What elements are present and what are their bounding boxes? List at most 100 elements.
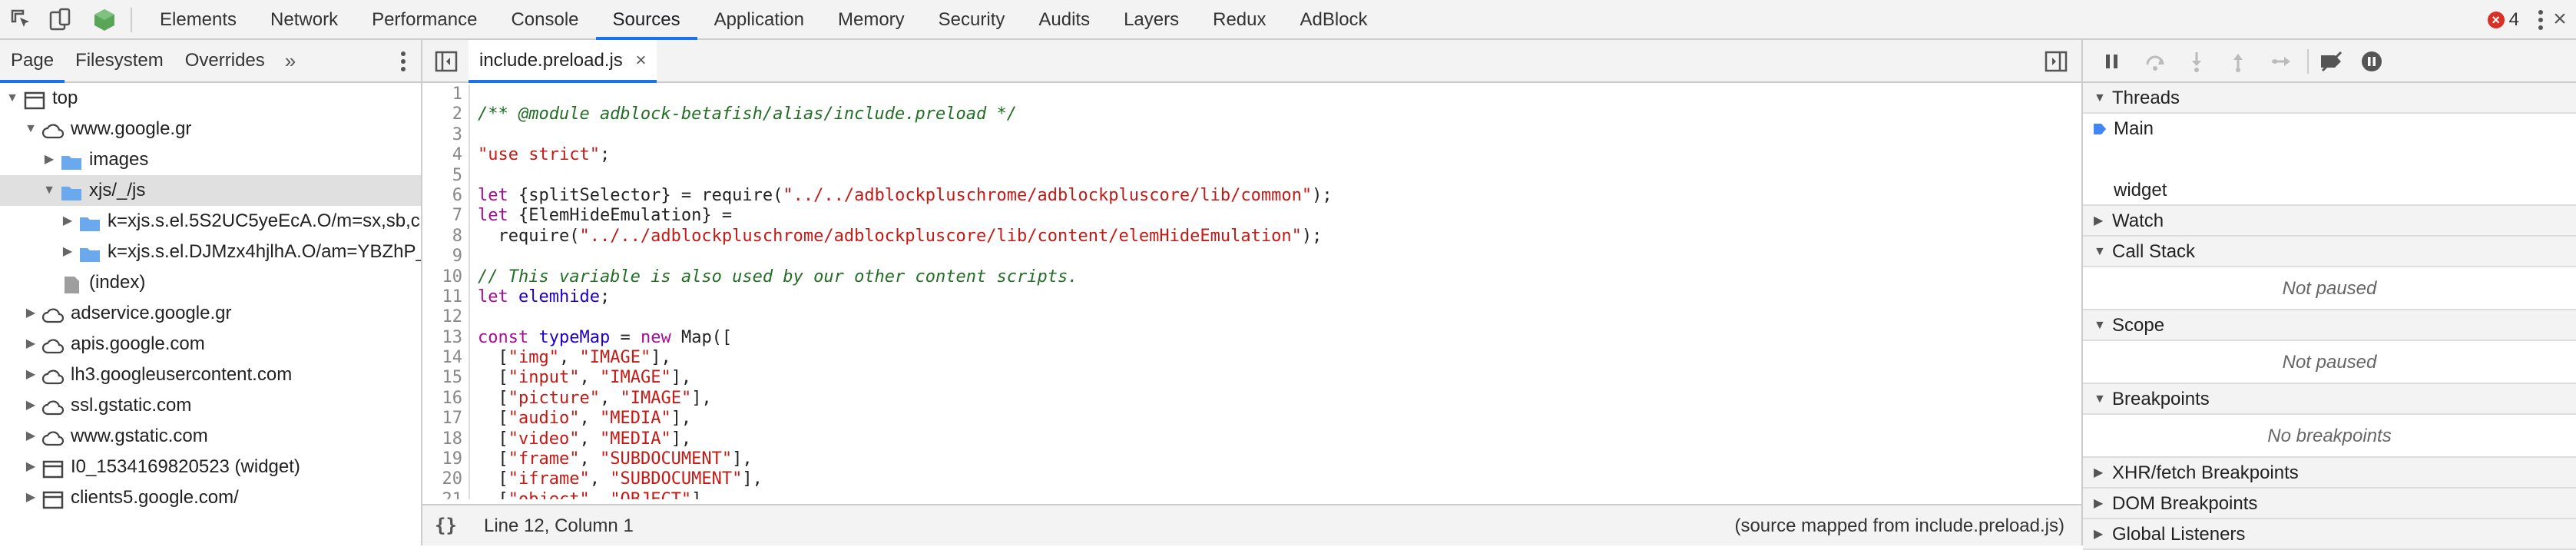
collapsed-arrow-icon[interactable]: ▶ (61, 206, 74, 237)
customize-menu-icon[interactable] (2536, 6, 2545, 34)
tree-item[interactable]: ▶ k=xjs.s.el.5S2UC5yeEcA.O/m=sx,sb,c (0, 206, 421, 237)
step-out-icon[interactable] (2229, 51, 2247, 72)
code-line[interactable]: 1 (422, 84, 2081, 105)
code-line[interactable]: 17 ["audio", "MEDIA"], (422, 409, 2081, 429)
tab-application[interactable]: Application (697, 0, 821, 40)
code-line[interactable]: 8 require("../../adblockpluschrome/adblo… (422, 226, 2081, 247)
collapsed-arrow-icon[interactable]: ▶ (61, 237, 74, 267)
tab-network[interactable]: Network (253, 0, 355, 40)
line-number[interactable]: 11 (422, 287, 469, 307)
expanded-arrow-icon[interactable]: ▼ (6, 83, 18, 114)
breakpoints-section-header[interactable]: ▼ Breakpoints (2083, 384, 2576, 415)
code-line[interactable]: 10 // This variable is also used by our o… (422, 267, 2081, 287)
code-line[interactable]: 15 ["input", "IMAGE"], (422, 368, 2081, 389)
line-number[interactable]: 13 (422, 328, 469, 348)
line-number[interactable]: 4 (422, 145, 469, 165)
code-line[interactable]: 9 (422, 247, 2081, 267)
tab-security[interactable]: Security (922, 0, 1022, 40)
device-toolbar-icon[interactable] (48, 8, 72, 32)
extension-cube-icon[interactable] (92, 8, 117, 32)
collapsed-arrow-icon[interactable]: ▶ (43, 144, 55, 175)
line-number[interactable]: 8 (422, 227, 469, 247)
watch-section-header[interactable]: ▶ Watch (2083, 206, 2576, 237)
step-into-icon[interactable] (2187, 51, 2206, 72)
line-number[interactable]: 2 (422, 104, 469, 124)
code-line[interactable]: 19 ["frame", "SUBDOCUMENT"], (422, 449, 2081, 470)
code-editor[interactable]: 1 2 /** @module adblock-betafish/alias/inc… (422, 84, 2081, 499)
line-number[interactable]: 17 (422, 409, 469, 429)
code-line[interactable]: 20 ["iframe", "SUBDOCUMENT"], (422, 469, 2081, 490)
collapsed-arrow-icon[interactable]: ▶ (25, 482, 37, 513)
file-tab-include-preload[interactable]: include.preload.js × (469, 40, 657, 83)
tree-item[interactable]: ▼ top (0, 83, 421, 114)
inspect-element-icon[interactable] (9, 8, 34, 32)
code-line[interactable]: 3 (422, 124, 2081, 146)
line-number[interactable]: 9 (422, 247, 469, 267)
expanded-arrow-icon[interactable]: ▼ (43, 175, 55, 206)
tree-item[interactable]: ▶ ssl.gstatic.com (0, 390, 421, 421)
navigator-menu-icon[interactable] (399, 49, 407, 74)
tree-item[interactable]: ▶ k=xjs.s.el.DJMzx4hjlhA.O/am=YBZhP_ (0, 237, 421, 267)
tab-performance[interactable]: Performance (355, 0, 494, 40)
code-line[interactable]: 11 let elemhide; (422, 287, 2081, 308)
line-number[interactable]: 5 (422, 166, 469, 186)
code-line[interactable]: 18 ["video", "MEDIA"], (422, 429, 2081, 450)
tree-item[interactable]: (index) (0, 267, 421, 298)
code-line[interactable]: 6 let {splitSelector} = require("../../ad… (422, 185, 2081, 207)
code-line[interactable]: 5 (422, 165, 2081, 186)
toggle-navigator-icon[interactable] (435, 51, 458, 72)
toggle-debugger-icon[interactable] (2045, 51, 2068, 72)
deactivate-breakpoints-icon[interactable] (2318, 51, 2346, 72)
tree-item[interactable]: ▼ xjs/_/js (0, 175, 421, 206)
tab-console[interactable]: Console (494, 0, 595, 40)
line-number[interactable]: 19 (422, 449, 469, 469)
line-number[interactable]: 7 (422, 206, 469, 226)
pause-icon[interactable] (2103, 52, 2121, 71)
close-tab-icon[interactable]: × (635, 50, 646, 71)
line-number[interactable]: 14 (422, 348, 469, 368)
tree-item[interactable]: ▶ www.gstatic.com (0, 421, 421, 452)
scope-section-header[interactable]: ▼ Scope (2083, 310, 2576, 341)
tree-item[interactable]: ▶ I0_1534169820523 (widget) (0, 452, 421, 482)
more-tabs-icon[interactable]: » (276, 40, 305, 81)
pretty-print-icon[interactable]: {} (435, 515, 457, 536)
close-devtools-icon[interactable]: × (2548, 8, 2571, 31)
code-line[interactable]: 21 ["object", "OBJECT"], (422, 489, 2081, 499)
tab-elements[interactable]: Elements (143, 0, 253, 40)
tree-item[interactable]: ▶ apis.google.com (0, 329, 421, 359)
thread-main[interactable]: Main (2083, 114, 2576, 144)
code-line[interactable]: 2 /** @module adblock-betafish/alias/incl… (422, 104, 2081, 125)
line-number[interactable]: 18 (422, 429, 469, 449)
code-line[interactable]: 7 let {ElemHideEmulation} = (422, 206, 2081, 227)
error-counter[interactable]: × 4 (2487, 8, 2519, 32)
navigator-tab-page[interactable]: Page (0, 40, 65, 83)
line-number[interactable]: 1 (422, 84, 469, 104)
tab-sources[interactable]: Sources (595, 0, 697, 40)
collapsed-arrow-icon[interactable]: ▶ (25, 359, 37, 390)
callstack-section-header[interactable]: ▼ Call Stack (2083, 237, 2576, 267)
line-number[interactable]: 16 (422, 389, 469, 409)
code-line[interactable]: 16 ["picture", "IMAGE"], (422, 388, 2081, 409)
expanded-arrow-icon[interactable]: ▼ (25, 114, 37, 144)
line-number[interactable]: 3 (422, 125, 469, 145)
tab-redux[interactable]: Redux (1196, 0, 1283, 40)
thread-widget[interactable]: widget (2083, 175, 2576, 206)
collapsed-arrow-icon[interactable]: ▶ (25, 329, 37, 359)
tab-adblock[interactable]: AdBlock (1283, 0, 1385, 40)
line-number[interactable]: 15 (422, 368, 469, 388)
navigator-tab-overrides[interactable]: Overrides (174, 40, 276, 83)
line-number[interactable]: 10 (422, 267, 469, 287)
tab-memory[interactable]: Memory (821, 0, 922, 40)
threads-section-header[interactable]: ▼ Threads (2083, 83, 2576, 114)
code-line[interactable]: 4 "use strict"; (422, 145, 2081, 166)
line-number[interactable]: 20 (422, 469, 469, 489)
dom-breakpoints-section-header[interactable]: ▶ DOM Breakpoints (2083, 489, 2576, 519)
xhr-breakpoints-section-header[interactable]: ▶ XHR/fetch Breakpoints (2083, 458, 2576, 489)
global-listeners-section-header[interactable]: ▶ Global Listeners (2083, 519, 2576, 550)
code-line[interactable]: 14 ["img", "IMAGE"], (422, 348, 2081, 369)
step-over-icon[interactable] (2144, 52, 2166, 71)
line-number[interactable]: 12 (422, 307, 469, 327)
code-line[interactable]: 12 (422, 307, 2081, 328)
line-number[interactable]: 21 (422, 490, 469, 499)
collapsed-arrow-icon[interactable]: ▶ (25, 421, 37, 452)
